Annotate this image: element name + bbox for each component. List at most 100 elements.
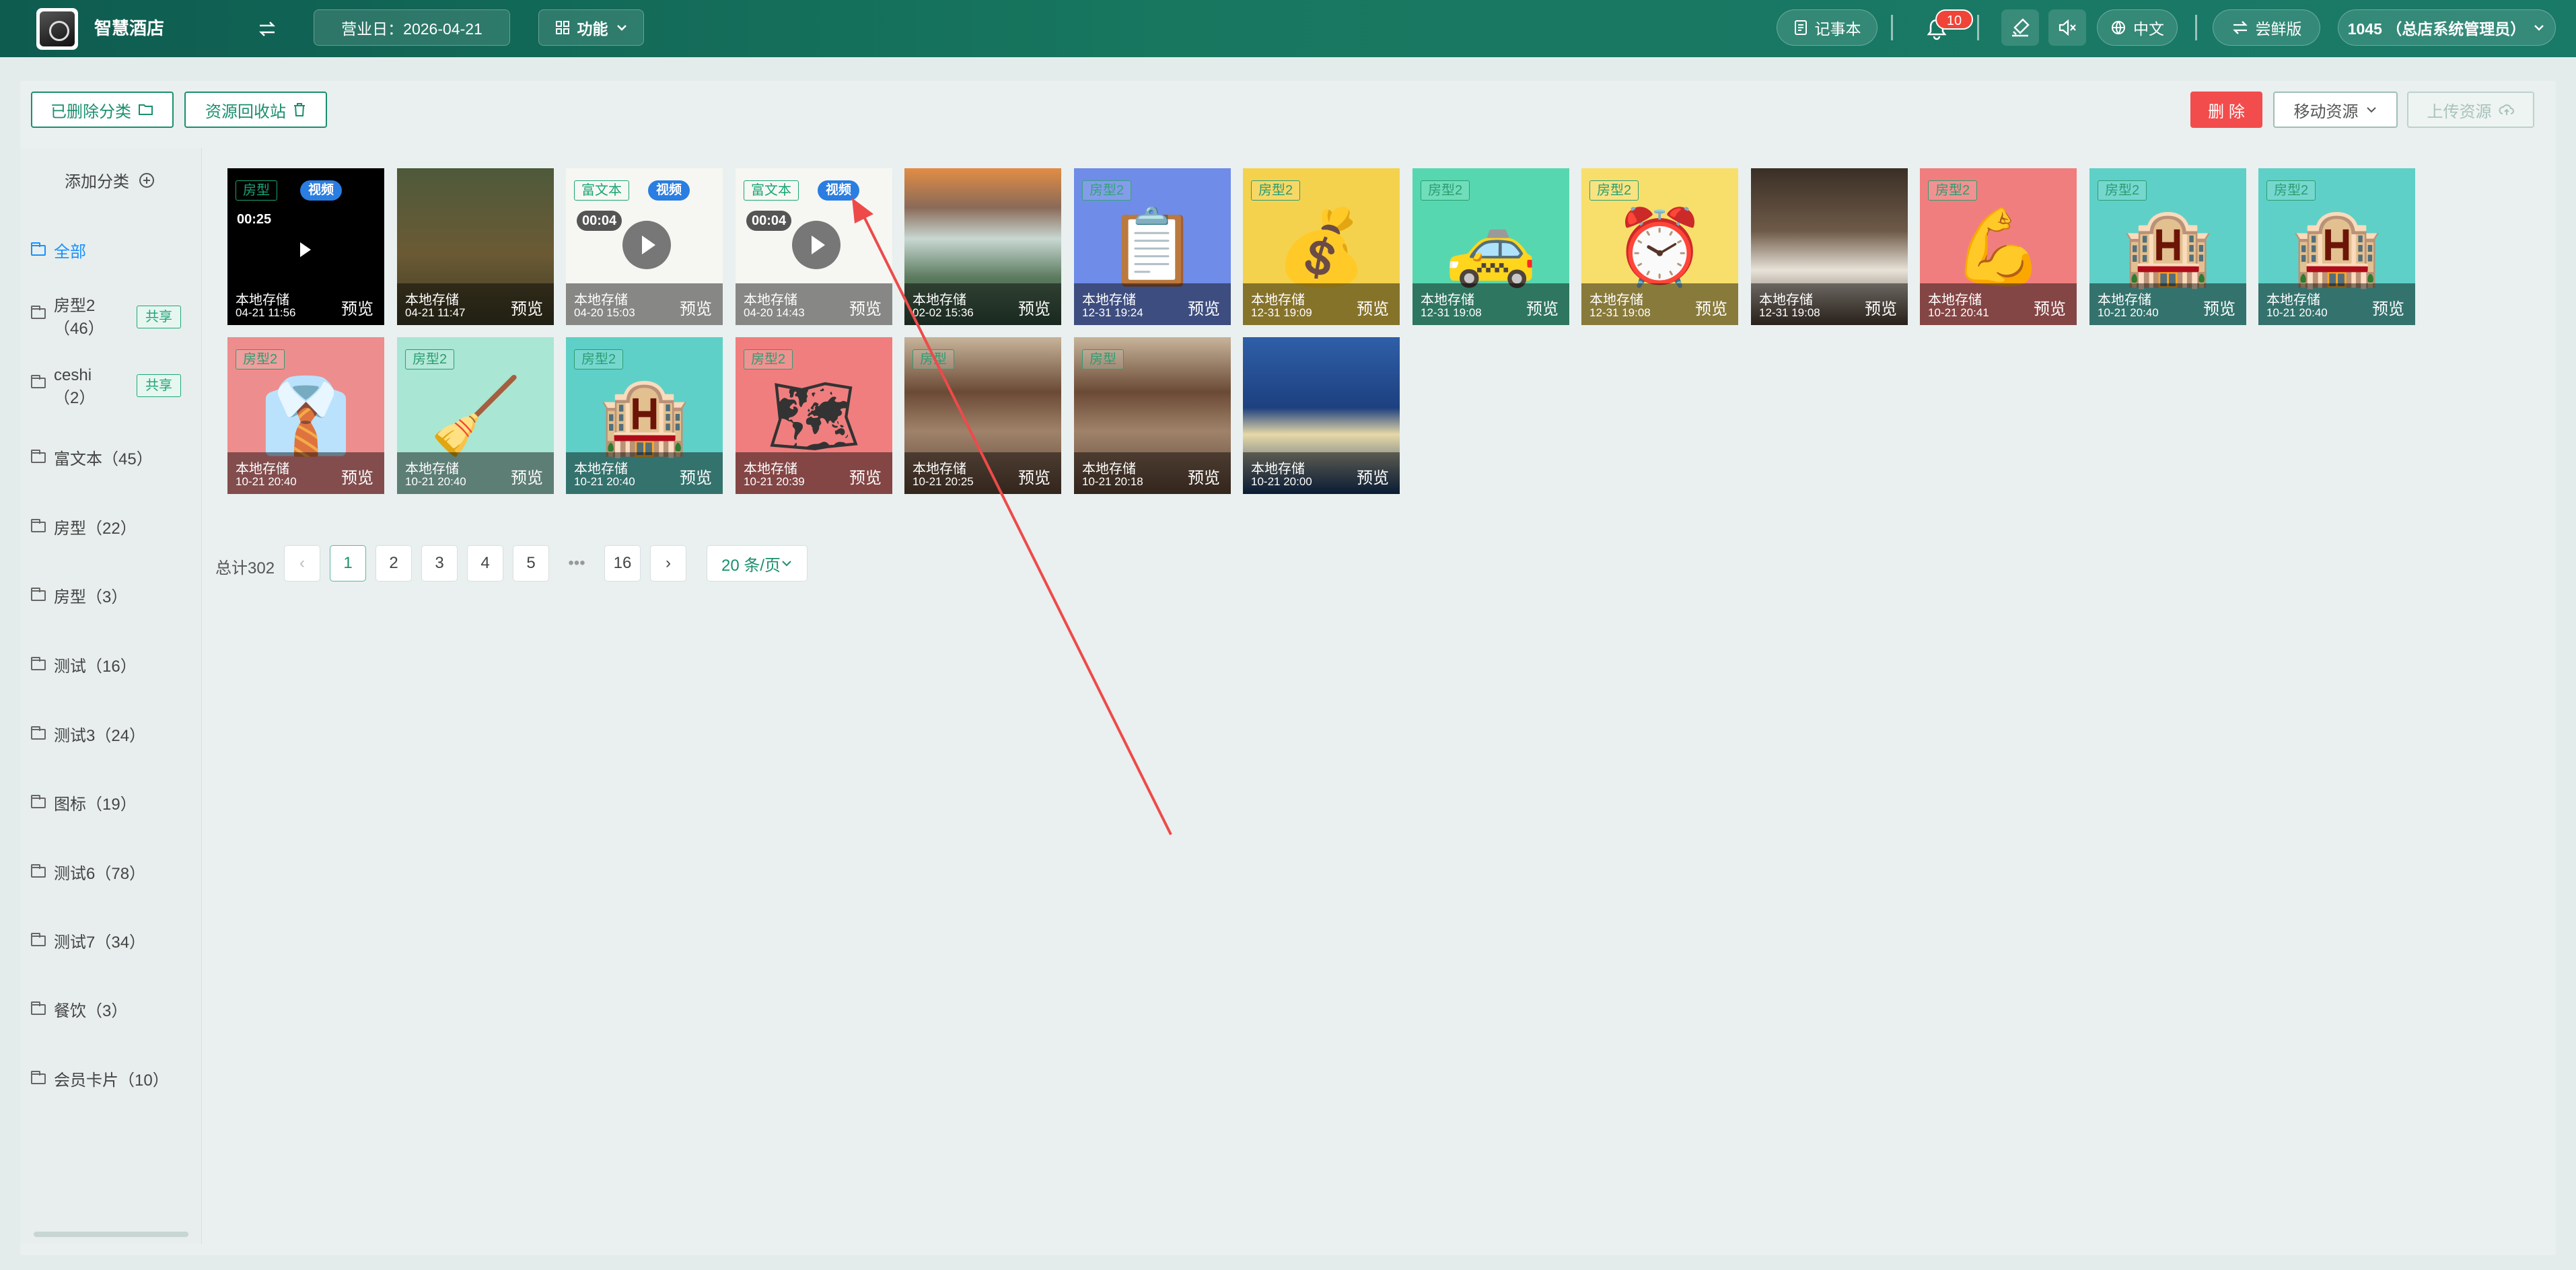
hotel-logo[interactable]	[36, 8, 78, 50]
card-footer: 本地存储 10-21 20:25 预览	[904, 452, 1061, 494]
preview-link[interactable]: 预览	[1188, 464, 1220, 488]
preview-link[interactable]: 预览	[511, 464, 543, 488]
card-footer: 本地存储 12-31 19:08 预览	[1581, 283, 1738, 325]
category-rich-text[interactable]: 富文本（45）	[31, 446, 153, 469]
category-dining[interactable]: 餐饮（3）	[31, 997, 127, 1021]
collapse-menu-icon[interactable]	[257, 0, 277, 57]
folder-icon	[31, 587, 46, 601]
resource-card[interactable]: 本地存储 02-02 15:36 预览	[904, 168, 1061, 325]
preview-link[interactable]: 预览	[1357, 464, 1389, 488]
resource-card[interactable]: 富文本 视频 00:04 本地存储 04-20 15:03 预览	[566, 168, 723, 325]
category-room-type-a[interactable]: 房型（22）	[31, 515, 137, 538]
resource-card[interactable]: 🏨 房型2 本地存储 10-21 20:40 预览	[566, 337, 723, 494]
resource-card[interactable]: 本地存储 12-31 19:08 预览	[1751, 168, 1908, 325]
preview-link[interactable]: 预览	[680, 295, 712, 319]
resource-card[interactable]: 👔 房型2 本地存储 10-21 20:40 预览	[227, 337, 384, 494]
upload-resource-button[interactable]: 上传资源	[2407, 92, 2534, 128]
business-date: 营业日：2026-04-21	[314, 9, 510, 46]
folder-open-icon	[139, 104, 153, 115]
next-page-button[interactable]: ›	[650, 545, 686, 581]
resource-card[interactable]: ⏰ 房型2 本地存储 12-31 19:08 预览	[1581, 168, 1738, 325]
sidebar-scrollbar[interactable]	[34, 1232, 188, 1237]
category-all[interactable]: 全部	[31, 238, 86, 262]
resource-card[interactable]: 💪 房型2 本地存储 10-21 20:41 预览	[1920, 168, 2077, 325]
category-member-card[interactable]: 会员卡片（10）	[31, 1067, 169, 1090]
preview-link[interactable]: 预览	[2034, 295, 2066, 319]
prev-page-button[interactable]: ‹	[284, 545, 320, 581]
function-menu-button[interactable]: 功能	[538, 9, 644, 46]
page-5[interactable]: 5	[513, 545, 549, 581]
resource-card[interactable]: 富文本 视频 00:04 本地存储 04-20 14:43 预览	[736, 168, 892, 325]
preview-link[interactable]: 预览	[1018, 464, 1050, 488]
page-2[interactable]: 2	[375, 545, 412, 581]
page-size-select[interactable]: 20 条/页	[707, 545, 808, 581]
resource-icon: 🚕	[1445, 204, 1537, 290]
page-3[interactable]: 3	[421, 545, 458, 581]
delete-button[interactable]: 删 除	[2190, 92, 2262, 128]
resource-card[interactable]: 本地存储 04-21 11:47 预览	[397, 168, 554, 325]
preview-link[interactable]: 预览	[680, 464, 712, 488]
cleaning-icon[interactable]	[2001, 9, 2039, 46]
resource-card[interactable]: 房型 本地存储 10-21 20:18 预览	[1074, 337, 1231, 494]
mute-icon[interactable]	[2048, 9, 2086, 46]
card-footer: 本地存储 10-21 20:00 预览	[1243, 452, 1400, 494]
preview-link[interactable]: 预览	[849, 295, 882, 319]
category-test[interactable]: 测试（16）	[31, 653, 137, 676]
preview-link[interactable]: 预览	[1357, 295, 1389, 319]
preview-link[interactable]: 预览	[1018, 295, 1050, 319]
preview-link[interactable]: 预览	[1695, 295, 1727, 319]
resource-card[interactable]: 🚕 房型2 本地存储 12-31 19:08 预览	[1412, 168, 1569, 325]
preview-link[interactable]: 预览	[1865, 295, 1897, 319]
play-icon[interactable]	[792, 221, 840, 269]
category-tag: 房型2	[2098, 180, 2147, 201]
notification-badge: 10	[1935, 9, 1973, 30]
preview-link[interactable]: 预览	[341, 295, 373, 319]
storage-label: 本地存储	[236, 293, 289, 308]
edition-switch[interactable]: 尝鲜版	[2213, 9, 2320, 46]
page-4[interactable]: 4	[467, 545, 503, 581]
add-category-button[interactable]: 添加分类	[65, 168, 155, 192]
language-switch[interactable]: 中文	[2097, 9, 2178, 46]
folder-icon	[31, 794, 46, 808]
preview-link[interactable]: 预览	[849, 464, 882, 488]
category-test7[interactable]: 测试7（34）	[31, 929, 145, 952]
move-resource-button[interactable]: 移动资源	[2273, 92, 2398, 128]
shared-badge: 共享	[137, 374, 181, 397]
notebook-button[interactable]: 记事本	[1777, 9, 1877, 46]
resource-card[interactable]: 房型 视频 00:25 本地存储 04-21 11:56 预览	[227, 168, 384, 325]
recycle-bin-button[interactable]: 资源回收站	[184, 92, 327, 128]
page-ellipsis[interactable]: •••	[559, 545, 595, 581]
resource-card[interactable]: 房型 本地存储 10-21 20:25 预览	[904, 337, 1061, 494]
page-16[interactable]: 16	[604, 545, 641, 581]
category-tag: 房型2	[1251, 180, 1301, 201]
resource-card[interactable]: 💰 房型2 本地存储 12-31 19:09 预览	[1243, 168, 1400, 325]
preview-link[interactable]: 预览	[2372, 295, 2404, 319]
category-test6[interactable]: 测试6（78）	[31, 860, 145, 884]
folder-icon	[31, 726, 46, 740]
resource-card[interactable]: 本地存储 10-21 20:00 预览	[1243, 337, 1400, 494]
card-footer: 本地存储 04-20 15:03 预览	[566, 283, 723, 325]
preview-link[interactable]: 预览	[1526, 295, 1559, 319]
category-test3[interactable]: 测试3（24）	[31, 722, 145, 746]
storage-label: 本地存储	[1421, 293, 1474, 308]
folder-icon	[31, 932, 46, 946]
page-1[interactable]: 1	[330, 545, 366, 581]
resource-card[interactable]: 🗺 房型2 本地存储 10-21 20:39 预览	[736, 337, 892, 494]
category-room-type-2[interactable]: 房型2 （46）	[31, 295, 104, 341]
resource-card[interactable]: 🧹 房型2 本地存储 10-21 20:40 预览	[397, 337, 554, 494]
resource-card[interactable]: 🏨 房型2 本地存储 10-21 20:40 预览	[2258, 168, 2415, 325]
resource-card[interactable]: 🏨 房型2 本地存储 10-21 20:40 预览	[2089, 168, 2246, 325]
category-room-type-b[interactable]: 房型（3）	[31, 584, 127, 607]
preview-link[interactable]: 预览	[341, 464, 373, 488]
deleted-categories-button[interactable]: 已删除分类	[31, 92, 174, 128]
resource-card[interactable]: 📋 房型2 本地存储 12-31 19:24 预览	[1074, 168, 1231, 325]
preview-link[interactable]: 预览	[2203, 295, 2235, 319]
category-icons[interactable]: 图标（19）	[31, 791, 137, 814]
preview-link[interactable]: 预览	[511, 295, 543, 319]
user-menu[interactable]: 1045 （总店系统管理员）	[2338, 9, 2556, 46]
category-tag: 房型2	[744, 349, 793, 369]
card-footer: 本地存储 04-21 11:47 预览	[397, 283, 554, 325]
preview-link[interactable]: 预览	[1188, 295, 1220, 319]
play-icon[interactable]	[622, 221, 671, 269]
category-ceshi[interactable]: ceshi （2）	[31, 364, 95, 410]
